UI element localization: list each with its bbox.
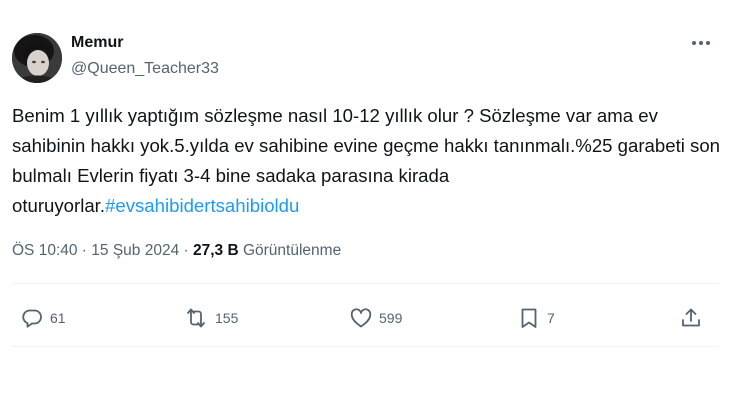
more-icon[interactable] [686, 33, 716, 53]
tweet-meta: ÖS 10:40 · 15 Şub 2024 · 27,3 B Görüntül… [12, 242, 341, 260]
like-count: 599 [379, 310, 403, 326]
meta-separator: · [179, 242, 193, 259]
hashtag-link[interactable]: #evsahibidertsahibioldu [105, 195, 299, 216]
bookmark-button[interactable]: 7 [517, 304, 555, 332]
author-name[interactable]: Memur [71, 34, 123, 52]
retweet-count: 155 [215, 310, 239, 326]
bookmark-icon [521, 308, 537, 328]
avatar-image [12, 33, 62, 83]
tweet-date[interactable]: 15 Şub 2024 [91, 242, 179, 259]
meta-separator: · [77, 242, 92, 259]
heart-icon [350, 308, 372, 328]
retweet-icon [187, 308, 205, 328]
reply-button[interactable]: 61 [20, 304, 66, 332]
share-icon [682, 308, 700, 327]
tweet-card: Memur @Queen_Teacher33 Benim 1 yıllık ya… [0, 0, 730, 420]
share-button[interactable] [679, 304, 703, 332]
reply-count: 61 [50, 310, 66, 326]
divider-top [12, 283, 718, 284]
author-handle[interactable]: @Queen_Teacher33 [71, 60, 219, 78]
tweet-text: Benim 1 yıllık yaptığım sözleşme nasıl 1… [12, 101, 722, 221]
views-count: 27,3 B [192, 242, 239, 259]
like-button[interactable]: 599 [349, 304, 402, 332]
tweet-time[interactable]: ÖS 10:40 [12, 242, 78, 259]
avatar[interactable] [12, 33, 62, 83]
divider-bottom [12, 346, 718, 347]
bookmark-count: 7 [547, 310, 555, 326]
retweet-button[interactable]: 155 [183, 304, 238, 332]
views-label: Görüntülenme [238, 242, 342, 259]
reply-icon [22, 309, 42, 328]
